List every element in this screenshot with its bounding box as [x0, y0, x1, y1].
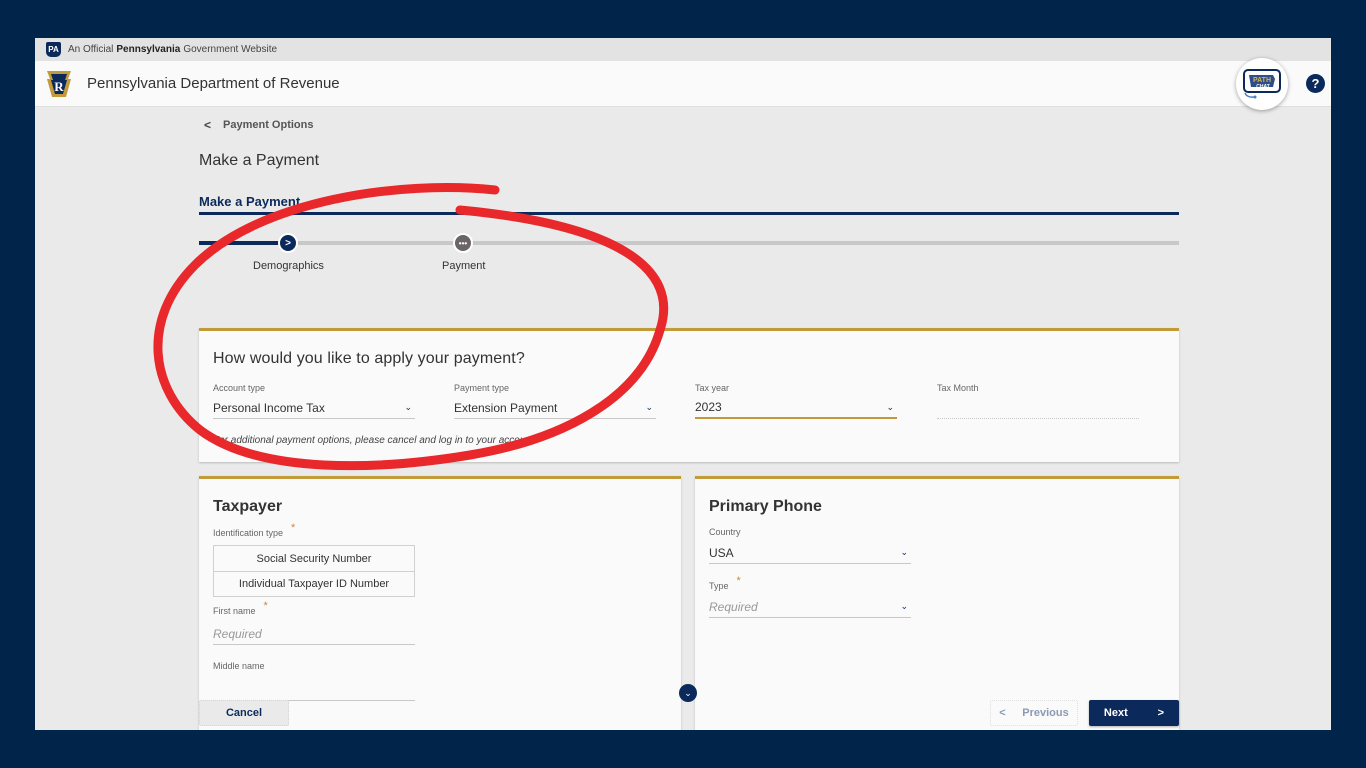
svg-text:PATH: PATH — [1253, 77, 1271, 84]
payment-type-value: Extension Payment — [454, 400, 558, 415]
tax-year-label: Tax year — [695, 383, 730, 393]
pa-keystone-badge-icon: PA — [46, 42, 61, 57]
account-type-label: Account type — [213, 383, 266, 393]
browser-viewport: PA An Official Pennsylvania Government W… — [35, 38, 1331, 730]
banner-state: Pennsylvania — [116, 44, 181, 55]
taxpayer-heading: Taxpayer — [213, 498, 283, 515]
next-button[interactable]: Next > — [1089, 700, 1179, 726]
scroll-down-button[interactable]: ⌄ — [679, 684, 697, 702]
path-chat-icon: PATH CHAT — [1243, 69, 1281, 99]
primary-phone-heading: Primary Phone — [709, 498, 822, 515]
chevron-down-icon: ⌄ — [900, 601, 908, 611]
account-type-select[interactable]: Personal Income Tax ⌄ — [213, 397, 415, 419]
required-asterisk: * — [736, 575, 741, 587]
additional-options-helper-text: For additional payment options, please c… — [213, 435, 537, 446]
step-payment-indicator[interactable]: ••• — [453, 233, 473, 253]
page-title: Make a Payment — [199, 152, 320, 169]
logo-letter: R — [54, 79, 64, 94]
previous-label: Previous — [1022, 707, 1069, 719]
required-asterisk: * — [263, 600, 268, 612]
previous-button[interactable]: < Previous — [990, 700, 1078, 726]
id-type-toggle-group: Social Security Number Individual Taxpay… — [213, 545, 415, 597]
path-chat-button[interactable]: PATH CHAT — [1236, 58, 1288, 110]
step-demographics-label: Demographics — [253, 260, 324, 272]
step-payment-label: Payment — [442, 260, 486, 272]
first-name-input[interactable]: Required — [213, 623, 415, 645]
taxpayer-card: Taxpayer Identification type * Social Sec… — [199, 476, 681, 730]
tax-month-label: Tax Month — [937, 383, 979, 393]
phone-type-placeholder: Required — [709, 599, 758, 614]
help-icon[interactable]: ? — [1306, 74, 1325, 93]
account-type-value: Personal Income Tax — [213, 400, 325, 415]
chevron-down-icon: ⌄ — [886, 401, 894, 412]
chevron-left-icon[interactable]: < — [204, 118, 211, 132]
first-name-placeholder: Required — [213, 626, 262, 641]
official-gov-banner: PA An Official Pennsylvania Government W… — [35, 38, 1331, 61]
middle-name-label: Middle name — [213, 661, 265, 671]
tax-year-select[interactable]: 2023 ⌄ — [695, 397, 897, 419]
phone-type-label: Type * — [709, 575, 741, 591]
chevron-left-icon: < — [999, 707, 1006, 719]
payment-type-select[interactable]: Extension Payment ⌄ — [454, 397, 656, 419]
first-name-label: First name * — [213, 600, 268, 616]
banner-prefix: An Official — [68, 44, 114, 55]
chevron-down-icon: ⌄ — [684, 687, 692, 698]
breadcrumb[interactable]: < Payment Options — [204, 118, 313, 132]
id-type-label: Identification type * — [213, 522, 296, 538]
stepper-track — [199, 241, 1179, 245]
cancel-button[interactable]: Cancel — [199, 700, 289, 726]
tax-year-value: 2023 — [695, 400, 722, 414]
required-asterisk: * — [291, 522, 296, 534]
svg-text:CHAT: CHAT — [1256, 84, 1270, 90]
country-label: Country — [709, 527, 741, 537]
middle-name-input[interactable] — [213, 679, 415, 701]
section-tab-underline — [199, 212, 1179, 215]
tax-month-select — [937, 397, 1139, 419]
step-demographics-indicator[interactable]: > — [278, 233, 298, 253]
banner-suffix: Government Website — [183, 44, 278, 55]
next-label: Next — [1103, 707, 1128, 719]
chevron-down-icon: ⌄ — [900, 547, 908, 557]
country-select[interactable]: USA ⌄ — [709, 542, 911, 564]
stepper-progress — [199, 241, 287, 245]
chevron-right-icon: > — [1157, 707, 1165, 719]
site-header: R Pennsylvania Department of Revenue PAT… — [35, 58, 1331, 110]
apply-payment-heading: How would you like to apply your payment… — [213, 350, 525, 367]
apply-payment-card: How would you like to apply your payment… — [199, 328, 1179, 462]
phone-type-select[interactable]: Required ⌄ — [709, 596, 911, 618]
chevron-down-icon: ⌄ — [404, 402, 412, 412]
id-option-itin[interactable]: Individual Taxpayer ID Number — [214, 571, 414, 596]
department-name[interactable]: Pennsylvania Department of Revenue — [87, 75, 340, 92]
id-option-ssn[interactable]: Social Security Number — [214, 546, 414, 571]
payment-type-label: Payment type — [454, 383, 510, 393]
breadcrumb-payment-options[interactable]: Payment Options — [223, 119, 313, 131]
primary-phone-card: Primary Phone Country USA ⌄ Type * Requir… — [695, 476, 1179, 730]
chevron-down-icon: ⌄ — [645, 402, 653, 412]
revenue-logo-icon[interactable]: R — [46, 70, 72, 98]
country-value: USA — [709, 545, 734, 560]
section-tab-make-payment[interactable]: Make a Payment — [199, 194, 300, 209]
